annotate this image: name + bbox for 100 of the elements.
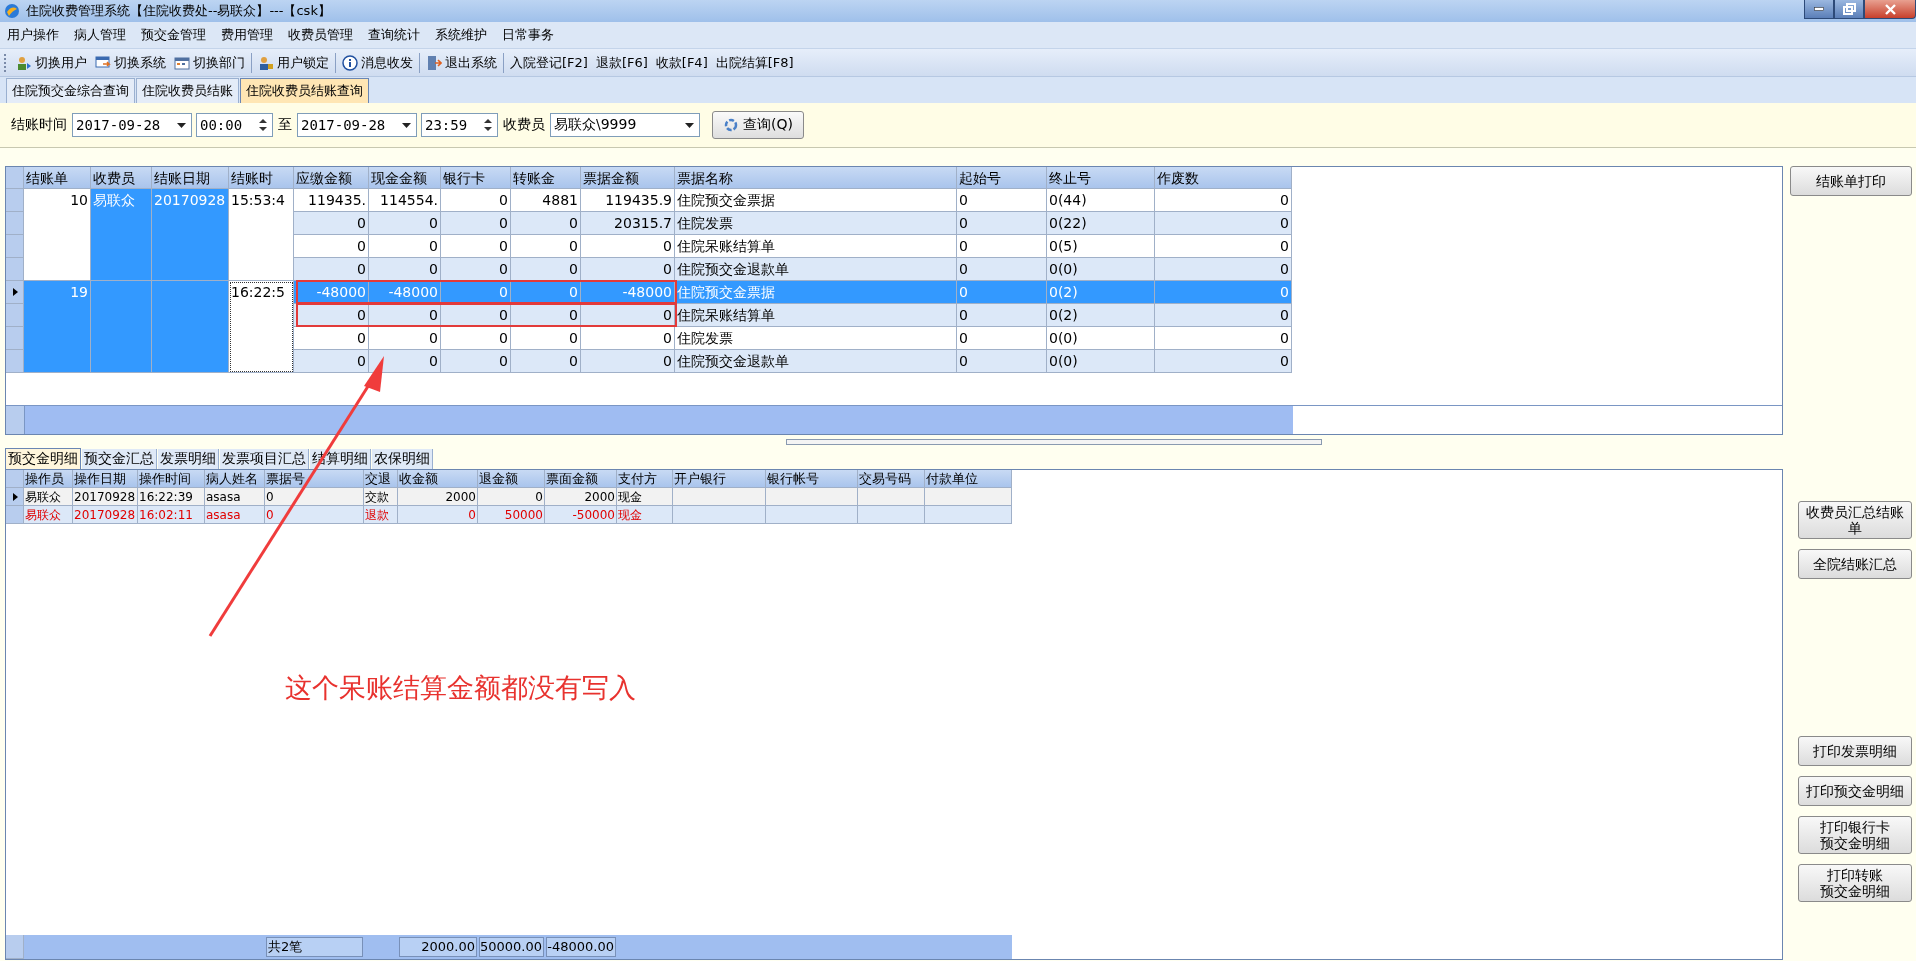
- tab[interactable]: 住院收费员结账: [136, 78, 239, 103]
- column-header: 结账时: [229, 167, 294, 189]
- table-cell: 0: [511, 258, 581, 281]
- table-cell: 0: [265, 506, 364, 524]
- table-cell: [858, 488, 925, 506]
- column-header: 操作日期: [73, 470, 138, 488]
- column-header: 操作员: [24, 470, 73, 488]
- toolbar-button[interactable]: 切换用户: [12, 51, 91, 74]
- table-cell: 16:22:39: [138, 488, 205, 506]
- column-header: 操作时间: [138, 470, 205, 488]
- print-button[interactable]: 全院结账汇总: [1798, 549, 1912, 579]
- column-header: 开户银行: [673, 470, 766, 488]
- column-header: 转账金: [511, 167, 581, 189]
- print-button[interactable]: 打印发票明细: [1798, 736, 1912, 766]
- table-cell: 住院预交金票据: [675, 281, 957, 304]
- print-button[interactable]: 打印转账预交金明细: [1798, 864, 1912, 902]
- menu-item[interactable]: 收费员管理: [281, 26, 361, 44]
- column-header: 收金额: [398, 470, 478, 488]
- close-icon: [1883, 2, 1897, 16]
- close-button[interactable]: [1864, 0, 1916, 19]
- column-header: 现金金额: [369, 167, 441, 189]
- window-title: 住院收费管理系统【住院收费处--易联众】---【csk】: [26, 2, 331, 20]
- table-cell: 0: [294, 350, 369, 373]
- print-button[interactable]: 打印预交金明细: [1798, 776, 1912, 806]
- tab[interactable]: 发票项目汇总: [220, 449, 309, 469]
- table-cell: 0: [369, 258, 441, 281]
- column-header: 票据名称: [675, 167, 957, 189]
- exit-door-icon: [426, 54, 442, 71]
- toolbar-button[interactable]: 退出系统: [422, 51, 501, 74]
- column-header: 银行帐号: [766, 470, 858, 488]
- toolbar-button[interactable]: 消息收发: [338, 51, 417, 74]
- table-cell: 0: [265, 488, 364, 506]
- menu-item[interactable]: 日常事务: [495, 26, 562, 44]
- table-cell: 0: [1155, 304, 1292, 327]
- table-cell: 2000: [398, 488, 478, 506]
- table-cell: 16:02:11: [138, 506, 205, 524]
- table-cell: 易联众: [24, 506, 73, 524]
- total-field: 2000.00: [399, 937, 477, 957]
- table-cell: 0: [294, 258, 369, 281]
- column-header: 票据号: [265, 470, 364, 488]
- table-cell: 0: [441, 258, 511, 281]
- table-cell: 现金: [617, 488, 673, 506]
- table-cell: asasa: [205, 506, 265, 524]
- tab[interactable]: 住院预交金综合查询: [6, 78, 135, 103]
- print-button[interactable]: 结账单打印: [1790, 166, 1912, 196]
- table-cell: 易联众: [24, 488, 73, 506]
- toolbar-button[interactable]: 退款[F6]: [591, 51, 652, 74]
- print-button[interactable]: 收费员汇总结账单: [1798, 501, 1912, 539]
- restore-icon: [1842, 2, 1856, 16]
- table-cell: 2000: [545, 488, 617, 506]
- toolbar-button[interactable]: 切换部门: [170, 51, 249, 74]
- table-cell: 50000: [478, 506, 545, 524]
- card-icon: [174, 54, 190, 71]
- table-cell: 0: [511, 212, 581, 235]
- minimize-button[interactable]: [1804, 0, 1834, 19]
- tab[interactable]: 预交金明细: [5, 448, 81, 469]
- splitter-handle[interactable]: [786, 439, 1323, 445]
- table-cell: 住院呆账结算单: [675, 304, 957, 327]
- toolbar-button[interactable]: 出院结算[F8]: [711, 51, 798, 74]
- menu-item[interactable]: 用户操作: [0, 26, 67, 44]
- column-header: 应缴金额: [294, 167, 369, 189]
- table-cell: 易联众: [91, 189, 152, 281]
- query-button[interactable]: 查询(Q): [712, 111, 804, 139]
- column-header: 票据金额: [581, 167, 675, 189]
- table-cell: 20170928: [152, 189, 229, 281]
- minimize-icon: [1814, 7, 1824, 11]
- table-cell: 0: [957, 258, 1047, 281]
- annotation-text: 这个呆账结算金额都没有写入: [285, 671, 636, 705]
- restore-button[interactable]: [1834, 0, 1864, 19]
- total-field: -48000.00: [546, 937, 616, 957]
- table-cell: 0: [441, 350, 511, 373]
- toolbar-button[interactable]: 入院登记[F2]: [506, 51, 592, 74]
- table-cell: 0: [511, 350, 581, 373]
- tab[interactable]: 发票明细: [158, 449, 219, 469]
- toolbar-button[interactable]: 切换系统: [91, 51, 170, 74]
- total-field: 50000.00: [479, 937, 544, 957]
- column-header: 病人姓名: [205, 470, 265, 488]
- menu-item[interactable]: 预交金管理: [134, 26, 214, 44]
- tab[interactable]: 预交金汇总: [82, 449, 157, 469]
- menu-item[interactable]: 查询统计: [361, 26, 428, 44]
- toolbar-button[interactable]: 用户锁定: [254, 51, 333, 74]
- table-cell: 交款: [364, 488, 398, 506]
- column-header: 银行卡: [441, 167, 511, 189]
- field-label: 结账时间: [11, 116, 67, 134]
- table-cell: 20170928: [73, 488, 138, 506]
- menu-item[interactable]: 费用管理: [214, 26, 281, 44]
- print-button[interactable]: 打印银行卡预交金明细: [1798, 816, 1912, 854]
- table-cell: 退款: [364, 506, 398, 524]
- toolbar-button[interactable]: 收款[F4]: [651, 51, 712, 74]
- tab[interactable]: 农保明细: [372, 449, 433, 469]
- menu-item[interactable]: 病人管理: [67, 26, 134, 44]
- row-header: [6, 167, 24, 189]
- column-header: 交易号码: [858, 470, 925, 488]
- tab[interactable]: 住院收费员结账查询: [240, 78, 369, 103]
- column-header: 交退: [364, 470, 398, 488]
- table-cell: 0(2): [1047, 281, 1155, 304]
- menu-item[interactable]: 系统维护: [428, 26, 495, 44]
- table-cell: 0: [957, 281, 1047, 304]
- row-header: [6, 935, 24, 959]
- column-header: 票面金额: [545, 470, 617, 488]
